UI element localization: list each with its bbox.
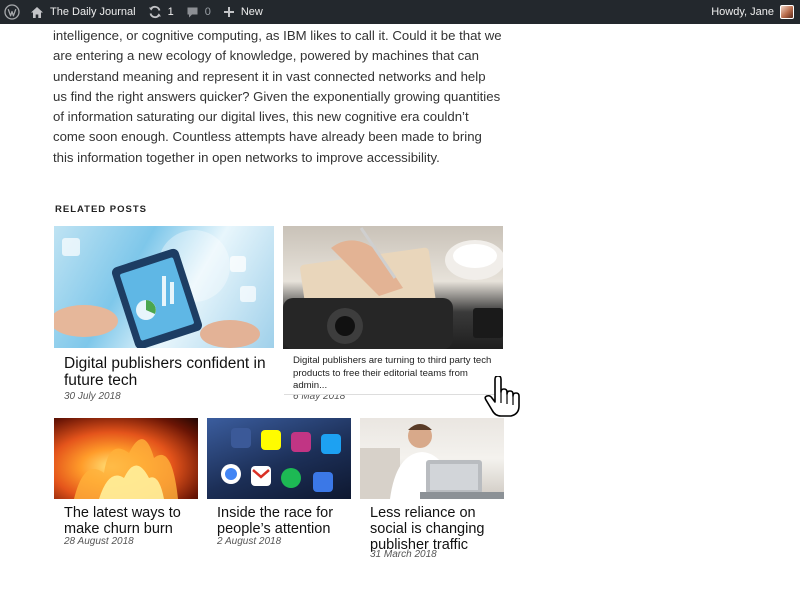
post-thumbnail[interactable] bbox=[207, 418, 351, 499]
plus-icon bbox=[223, 7, 234, 17]
comments-link[interactable]: 0 bbox=[180, 0, 217, 24]
article-paragraph: intelligence, or cognitive computing, as… bbox=[53, 28, 502, 165]
post-title[interactable]: Digital publishers confident in future t… bbox=[64, 355, 269, 389]
admin-bar: The Daily Journal 1 0 New Howdy, Jane bbox=[0, 0, 800, 24]
site-name: The Daily Journal bbox=[50, 6, 136, 18]
post-date: 28 August 2018 bbox=[64, 536, 134, 547]
updates-icon bbox=[148, 5, 161, 19]
tablet-illustration bbox=[54, 230, 260, 348]
related-post-card[interactable]: Inside the race for people’s attention 2… bbox=[207, 418, 351, 553]
updates-count: 1 bbox=[167, 6, 174, 18]
new-content-link[interactable]: New bbox=[217, 0, 269, 24]
notebook-camera-illustration bbox=[283, 227, 503, 349]
post-thumbnail[interactable] bbox=[54, 226, 274, 348]
related-post-card[interactable]: Digital publishers confident in future t… bbox=[54, 226, 274, 406]
post-date: 2 August 2018 bbox=[217, 536, 282, 547]
post-title[interactable]: The latest ways to make churn burn bbox=[64, 505, 194, 537]
post-date: 30 July 2018 bbox=[64, 391, 121, 402]
site-name-link[interactable]: The Daily Journal bbox=[24, 0, 142, 24]
related-post-card[interactable]: Less reliance on social is changing publ… bbox=[360, 418, 504, 568]
avatar bbox=[780, 5, 794, 19]
my-account[interactable]: Howdy, Jane bbox=[711, 0, 800, 24]
post-thumbnail[interactable] bbox=[360, 418, 504, 499]
post-title[interactable]: Inside the race for people’s attention bbox=[217, 505, 347, 537]
related-post-card[interactable]: The latest ways to make churn burn 28 Au… bbox=[54, 418, 198, 553]
new-label: New bbox=[240, 6, 263, 18]
home-icon bbox=[31, 6, 43, 18]
post-excerpt-tooltip: Digital publishers are turning to third … bbox=[284, 349, 504, 395]
post-thumbnail[interactable] bbox=[283, 226, 503, 349]
related-posts-heading: RELATED POSTS bbox=[55, 204, 147, 215]
wordpress-logo-icon bbox=[4, 4, 20, 20]
post-date: 31 March 2018 bbox=[370, 549, 437, 560]
wordpress-menu[interactable] bbox=[0, 0, 24, 24]
app-icons-illustration bbox=[221, 428, 341, 492]
fire-illustration bbox=[74, 439, 178, 499]
greeting: Howdy, Jane bbox=[711, 6, 774, 18]
post-title[interactable]: Less reliance on social is changing publ… bbox=[370, 505, 500, 553]
updates-link[interactable]: 1 bbox=[142, 0, 180, 24]
hand-pointer-icon bbox=[484, 376, 520, 417]
man-laptop-illustration bbox=[360, 424, 504, 499]
comment-icon bbox=[187, 7, 198, 17]
comments-count: 0 bbox=[204, 6, 211, 18]
post-thumbnail[interactable] bbox=[54, 418, 198, 499]
